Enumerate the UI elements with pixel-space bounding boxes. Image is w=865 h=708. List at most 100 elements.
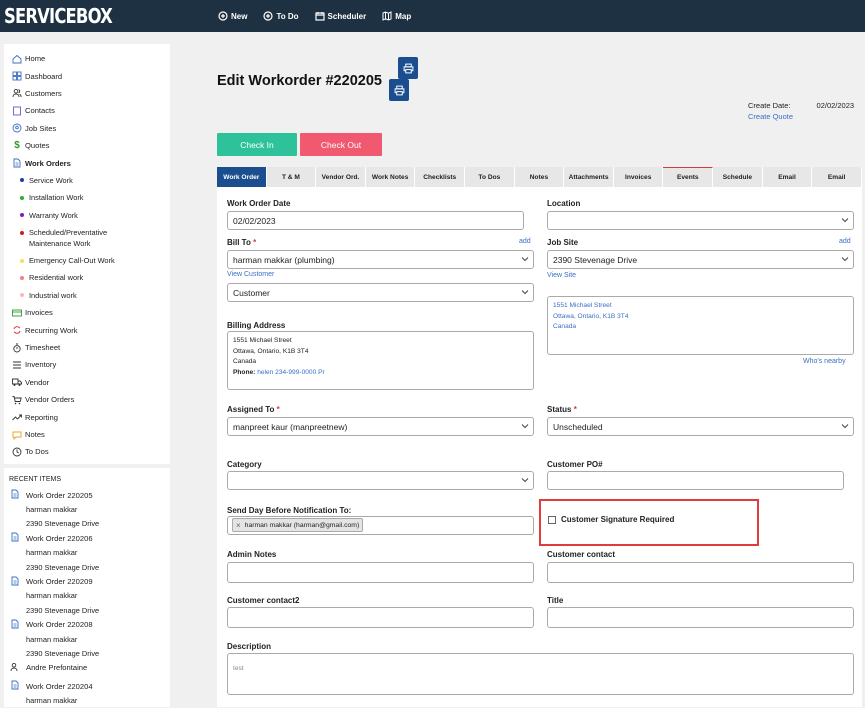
- tab-email[interactable]: Email: [762, 167, 813, 187]
- sidebar-item-reporting[interactable]: Reporting: [4, 408, 170, 425]
- recipient-chip-label: harman makkar (harman@gmail.com): [244, 521, 360, 529]
- print-button-secondary[interactable]: [389, 79, 409, 101]
- customer-contact2-label: Customer contact2: [227, 596, 300, 605]
- sidebar-item-customers[interactable]: Customers: [4, 85, 170, 102]
- sidebar-item-recurring-work[interactable]: Recurring Work: [4, 321, 170, 338]
- admin-notes-input[interactable]: [227, 562, 534, 583]
- create-date: Create Date: 02/02/2023: [748, 101, 854, 110]
- sidebar-item-vendor[interactable]: Vendor: [4, 374, 170, 391]
- view-site-link[interactable]: View Site: [547, 272, 576, 279]
- customer-po-input[interactable]: [547, 471, 844, 490]
- recent-item[interactable]: Work Order 220208: [4, 618, 170, 632]
- page-title: Edit Workorder #220205: [217, 73, 382, 89]
- sidebar-item-dashboard[interactable]: Dashboard: [4, 67, 170, 84]
- todo-button[interactable]: To Do: [263, 11, 299, 21]
- view-customer-link[interactable]: View Customer: [227, 271, 274, 278]
- tab-schedule[interactable]: Schedule: [713, 167, 763, 187]
- sidebar-item-work-orders[interactable]: Work Orders: [4, 154, 170, 171]
- sidebar-item-notes[interactable]: Notes: [4, 426, 170, 443]
- tab-todos[interactable]: To Dos: [465, 167, 515, 187]
- location-select[interactable]: [547, 211, 854, 230]
- assigned-to-value: manpreet kaur (manpreetnew): [233, 421, 348, 432]
- recent-item[interactable]: Work Order 220205: [4, 488, 170, 502]
- tab-invoices[interactable]: Invoices: [613, 167, 664, 187]
- description-textarea[interactable]: test: [227, 653, 854, 695]
- whos-nearby-link[interactable]: Who's nearby: [803, 358, 846, 365]
- create-quote-link[interactable]: Create Quote: [748, 112, 793, 121]
- customer-contact2-input[interactable]: [227, 607, 534, 628]
- recent-item-title: Work Order 220209: [26, 577, 93, 587]
- site-address-line: 1551 Michael Street: [553, 302, 612, 309]
- check-in-button[interactable]: Check In: [217, 133, 297, 156]
- scheduler-button[interactable]: Scheduler: [314, 11, 366, 21]
- bill-to-select[interactable]: harman makkar (plumbing): [227, 250, 534, 269]
- sidebar-subitem-maintenance-work[interactable]: Scheduled/Preventative Maintenance Work: [4, 224, 170, 252]
- print-button[interactable]: [398, 57, 418, 79]
- signature-required-label[interactable]: Customer Signature Required: [561, 515, 674, 524]
- sidebar-item-home[interactable]: Home: [4, 50, 170, 67]
- sidebar-item-timesheet[interactable]: Timesheet: [4, 339, 170, 356]
- recent-item[interactable]: Work Order 220209: [4, 574, 170, 588]
- job-site-select[interactable]: 2390 Stevenage Drive: [547, 250, 854, 269]
- sidebar-subitem-emergency-work[interactable]: Emergency Call-Out Work: [4, 252, 170, 269]
- customer-contact-input[interactable]: [547, 562, 854, 583]
- job-site-add-link[interactable]: add: [839, 238, 851, 245]
- tab-checklists[interactable]: Checklists: [415, 167, 466, 187]
- sidebar-item-job-sites[interactable]: Job Sites: [4, 120, 170, 137]
- sidebar-subitem-residential-work[interactable]: Residential work: [4, 269, 170, 286]
- sidebar-item-label: Invoices: [25, 308, 53, 318]
- chevron-down-icon: [521, 257, 529, 262]
- tab-notes[interactable]: Notes: [514, 167, 565, 187]
- sidebar-item-vendor-orders[interactable]: Vendor Orders: [4, 391, 170, 408]
- status-select[interactable]: Unscheduled: [547, 417, 854, 436]
- bill-to-add-link[interactable]: add: [519, 238, 531, 245]
- sidebar-subitem-installation-work[interactable]: Installation Work: [4, 189, 170, 206]
- sidebar-item-contacts[interactable]: Contacts: [4, 102, 170, 119]
- billing-address-line: 1551 Michael Street: [233, 337, 292, 344]
- recent-items-panel: RECENT ITEMS Work Order 220205 harman ma…: [4, 468, 170, 707]
- status-label: Status *: [547, 405, 577, 414]
- sidebar-subitem-warranty-work[interactable]: Warranty Work: [4, 207, 170, 224]
- new-button[interactable]: New: [218, 11, 247, 21]
- recent-item[interactable]: Work Order 220204: [4, 679, 170, 693]
- remove-chip-icon[interactable]: ×: [236, 521, 241, 530]
- list-icon: [12, 360, 22, 370]
- work-order-date-input[interactable]: 02/02/2023: [227, 211, 524, 230]
- recent-item[interactable]: Andre Prefontaine: [4, 661, 170, 675]
- app-logo[interactable]: SERVICEBOX: [4, 4, 113, 28]
- customer-type-select[interactable]: Customer: [227, 283, 534, 302]
- sidebar-item-todos[interactable]: To Dos: [4, 443, 170, 460]
- recent-item[interactable]: Work Order 220206: [4, 531, 170, 545]
- sidebar-subitem-label: Residential work: [29, 273, 84, 283]
- sidebar-item-label: Contacts: [25, 106, 55, 116]
- users-icon: [10, 662, 20, 674]
- tab-work-notes[interactable]: Work Notes: [365, 167, 416, 187]
- recent-item-line: 2390 Stevenage Drive: [26, 562, 100, 572]
- recent-item-line: 2390 Stevenage Drive: [26, 519, 100, 529]
- phone-value[interactable]: helen 234-999-0000 Pr: [257, 369, 324, 376]
- tab-work-order[interactable]: Work Order: [217, 167, 267, 187]
- sidebar-item-quotes[interactable]: $ Quotes: [4, 137, 170, 154]
- tab-t-and-m[interactable]: T & M: [266, 167, 317, 187]
- tab-events[interactable]: Events: [663, 167, 714, 187]
- sidebar-item-invoices[interactable]: Invoices: [4, 304, 170, 321]
- signature-required-checkbox[interactable]: [548, 516, 556, 524]
- check-out-button[interactable]: Check Out: [300, 133, 382, 156]
- tab-vendor-orders[interactable]: Vendor Ord.: [316, 167, 366, 187]
- sidebar-subitem-service-work[interactable]: Service Work: [4, 172, 170, 189]
- tab-email-2[interactable]: Email: [812, 167, 862, 187]
- map-button[interactable]: Map: [382, 11, 411, 21]
- required-marker: *: [253, 238, 257, 247]
- sidebar-item-inventory[interactable]: Inventory: [4, 356, 170, 373]
- chevron-down-icon: [841, 424, 849, 429]
- sidebar-subitem-industrial-work[interactable]: Industrial work: [4, 287, 170, 304]
- recipient-chip[interactable]: × harman makkar (harman@gmail.com): [232, 518, 364, 532]
- assigned-to-select[interactable]: manpreet kaur (manpreetnew): [227, 417, 534, 436]
- send-day-label: Send Day Before Notification To:: [227, 506, 352, 515]
- billing-address-box: 1551 Michael Street Ottawa, Ontario, K1B…: [227, 331, 534, 390]
- sidebar-item-label: Recurring Work: [25, 325, 78, 335]
- chevron-down-icon: [521, 478, 529, 483]
- category-select[interactable]: [227, 471, 534, 490]
- title-input[interactable]: [547, 607, 854, 628]
- tab-attachments[interactable]: Attachments: [564, 167, 614, 187]
